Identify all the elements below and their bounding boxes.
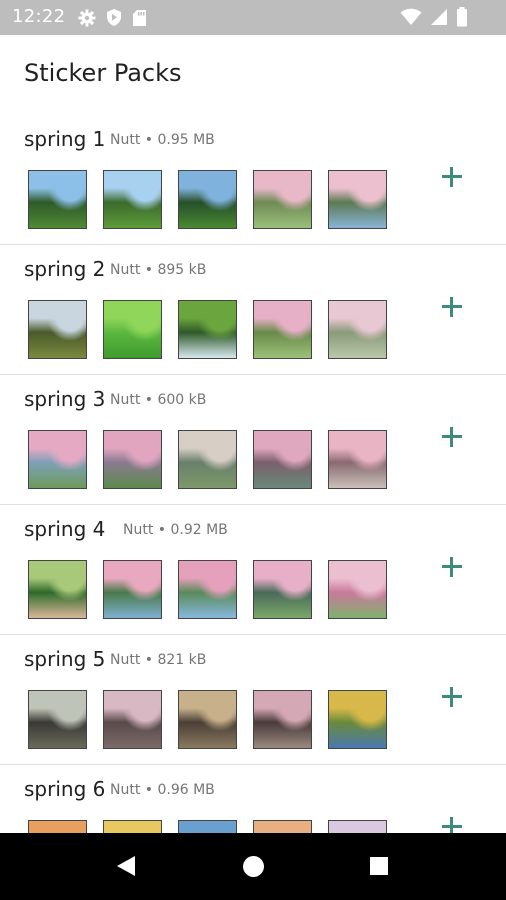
pack-meta: Nutt • 0.95 MB (110, 132, 215, 148)
gear-icon (78, 9, 96, 31)
add-pack-button[interactable] (437, 552, 467, 582)
plus-icon-stem (450, 167, 453, 187)
sticker-thumbnail (103, 560, 162, 619)
sticker-thumbnail (178, 170, 237, 229)
add-pack-button[interactable] (437, 162, 467, 192)
sticker-thumbnail (28, 560, 87, 619)
sticker-pack-item[interactable]: spring 3 Nutt • 600 kB (0, 375, 506, 505)
sticker-thumbnail (328, 560, 387, 619)
sticker-thumbnail (253, 170, 312, 229)
sticker-thumbnail (28, 300, 87, 359)
sticker-pack-item[interactable]: spring 2 Nutt • 895 kB (0, 245, 506, 375)
wifi-icon (400, 8, 422, 30)
plus-icon-stem (450, 557, 453, 577)
pack-meta: Nutt • 600 kB (110, 392, 207, 408)
plus-icon-stem (450, 817, 453, 833)
sticker-thumbnail (28, 430, 87, 489)
pack-name: spring 3 (24, 387, 106, 411)
app-bar: Sticker Packs (0, 35, 506, 115)
sticker-thumbnail (178, 690, 237, 749)
sticker-pack-list[interactable]: spring 1 Nutt • 0.95 MB spring 2 Nutt • … (0, 115, 506, 833)
status-notification-icons (78, 8, 147, 31)
status-bar: 12:22 (0, 0, 506, 35)
sticker-pack-item[interactable]: spring 1 Nutt • 0.95 MB (0, 115, 506, 245)
sticker-thumbnail (253, 300, 312, 359)
battery-icon (456, 7, 468, 31)
sticker-thumbnail (103, 690, 162, 749)
pack-name: spring 2 (24, 257, 106, 281)
status-time: 12:22 (12, 6, 66, 27)
sticker-thumbnail (103, 430, 162, 489)
page-title: Sticker Packs (24, 59, 182, 87)
sticker-thumbnail (328, 170, 387, 229)
pack-meta: Nutt • 895 kB (110, 262, 207, 278)
home-icon[interactable] (243, 856, 264, 877)
add-pack-button[interactable] (437, 292, 467, 322)
sticker-thumbnail (328, 690, 387, 749)
plus-icon-stem (450, 297, 453, 317)
signal-icon (430, 8, 448, 30)
plus-icon-stem (450, 427, 453, 447)
sticker-thumbnail (253, 820, 312, 833)
sticker-thumbnail (328, 820, 387, 833)
recents-icon[interactable] (370, 857, 388, 875)
sticker-thumbnail (28, 690, 87, 749)
pack-name: spring 6 (24, 777, 106, 801)
sticker-thumbnail (178, 820, 237, 833)
sticker-thumbnail (103, 170, 162, 229)
pack-name: spring 5 (24, 647, 106, 671)
plus-icon-stem (450, 687, 453, 707)
add-pack-button[interactable] (437, 812, 467, 833)
sticker-thumbnail (253, 690, 312, 749)
sd-card-icon (132, 9, 147, 31)
pack-name: spring 4 (24, 517, 106, 541)
back-icon[interactable] (116, 855, 136, 881)
add-pack-button[interactable] (437, 682, 467, 712)
sticker-thumbnail (328, 300, 387, 359)
pack-meta: Nutt • 0.92 MB (123, 522, 228, 538)
sticker-pack-item[interactable]: spring 5 Nutt • 821 kB (0, 635, 506, 765)
sticker-thumbnail (103, 300, 162, 359)
status-system-icons (400, 7, 468, 31)
sticker-thumbnail (253, 430, 312, 489)
pack-meta: Nutt • 0.96 MB (110, 782, 215, 798)
sticker-thumbnail (328, 430, 387, 489)
sticker-thumbnail (178, 430, 237, 489)
navigation-bar (0, 833, 506, 900)
pack-meta: Nutt • 821 kB (110, 652, 207, 668)
sticker-thumbnail (103, 820, 162, 833)
sticker-thumbnail (253, 560, 312, 619)
sticker-pack-item[interactable]: spring 6 Nutt • 0.96 MB (0, 765, 506, 833)
sticker-thumbnail (28, 170, 87, 229)
sticker-thumbnail (178, 560, 237, 619)
sticker-thumbnail (178, 300, 237, 359)
sticker-pack-item[interactable]: spring 4 Nutt • 0.92 MB (0, 505, 506, 635)
play-protect-icon (105, 8, 123, 31)
sticker-thumbnail (28, 820, 87, 833)
pack-name: spring 1 (24, 127, 106, 151)
add-pack-button[interactable] (437, 422, 467, 452)
